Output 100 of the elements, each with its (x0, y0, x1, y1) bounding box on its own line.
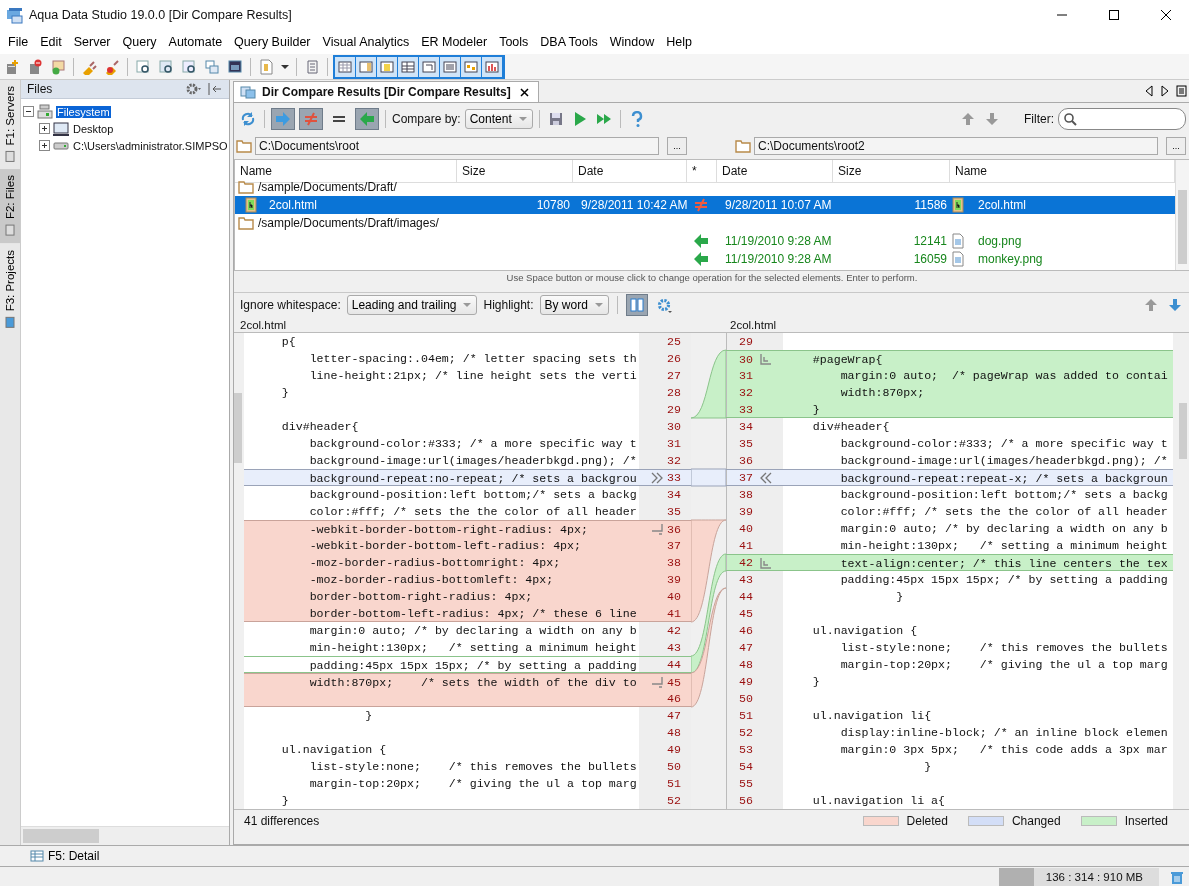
menu-item[interactable]: Server (67, 35, 117, 49)
menu-item[interactable]: Visual Analytics (316, 35, 416, 49)
caret-icon (593, 301, 604, 309)
table-cell: 9/28/2011 10:42 AM (581, 198, 688, 212)
tree-item[interactable]: C:\Users\administrator.SIMPSO (72, 139, 229, 152)
code-line: min-height:130px; /* setting a minimum height (308, 640, 638, 656)
tree-item[interactable]: Desktop (72, 122, 115, 135)
database-icon (379, 58, 395, 75)
table-cell: monkey.png (978, 252, 1043, 266)
memory-meter: 136 : 314 : 910 MB (999, 868, 1159, 886)
scrollbar-thumb[interactable] (234, 393, 242, 463)
side-tab[interactable]: F3: Projects (0, 243, 20, 335)
folder-path[interactable]: /sample/Documents/Draft/ (258, 180, 397, 194)
code-line: } (280, 385, 290, 401)
expand-icon[interactable] (39, 140, 50, 151)
trash-icon[interactable] (1169, 869, 1185, 885)
line-number: 39 (667, 572, 681, 588)
scrollbar-thumb[interactable] (23, 829, 99, 843)
line-number: 51 (739, 708, 753, 724)
browse-button[interactable]: ... (1166, 137, 1186, 155)
detail-tab[interactable]: F5: Detail (30, 849, 100, 863)
highlight-dropdown[interactable]: By word (539, 295, 609, 315)
code-line: background-color:#333; /* a more specific way t (839, 436, 1169, 452)
filter-field[interactable] (1058, 108, 1186, 130)
line-number: 55 (739, 776, 753, 792)
column-header[interactable]: * (687, 160, 717, 183)
line-number: 42 (667, 623, 681, 639)
code-line: padding:45px 15px 15px; /* by setting a padding (839, 572, 1169, 588)
line-number: 36 (667, 521, 681, 538)
toggle-button[interactable] (271, 108, 295, 130)
list-icon (442, 58, 458, 75)
path-field[interactable]: C:\Documents\root (255, 137, 659, 155)
list-icon[interactable] (1176, 85, 1187, 97)
menu-item[interactable]: Query (116, 35, 163, 49)
side-tab[interactable]: F2: Files (0, 169, 20, 244)
toggle-button[interactable] (355, 108, 379, 130)
line-number: 49 (667, 742, 681, 758)
menu-item[interactable]: Automate (162, 35, 229, 49)
code-line: } (811, 674, 821, 690)
toggle-button[interactable] (299, 108, 323, 130)
left-triangle-icon[interactable] (1144, 85, 1154, 97)
whitespace-dropdown[interactable]: Leading and trailing (346, 295, 478, 315)
scrollbar-thumb[interactable] (1178, 190, 1187, 264)
field-label: Ignore whitespace: (240, 298, 341, 312)
tree-item[interactable]: Filesystem (56, 105, 111, 118)
compare-by-dropdown[interactable]: Content (464, 109, 533, 129)
toolbar-button[interactable] (279, 62, 291, 71)
line-number: 50 (667, 759, 681, 775)
side-by-side-button[interactable] (625, 294, 648, 316)
expand-icon[interactable] (39, 123, 50, 134)
menu-item[interactable]: Edit (34, 35, 68, 49)
folder-path[interactable]: /sample/Documents/Draft/images/ (258, 216, 439, 230)
close-icon (1161, 10, 1171, 20)
not-equal-icon (303, 111, 319, 127)
line-number: 39 (739, 504, 753, 520)
diagram-icon (463, 58, 479, 75)
line-number: 37 (739, 470, 753, 486)
line-number: 54 (739, 759, 753, 775)
table-cell: 16059 (913, 252, 947, 266)
column-header[interactable]: Date (573, 160, 687, 183)
grid-icon (30, 849, 44, 863)
menu-item[interactable]: Window (603, 35, 661, 49)
panel-title: Files (27, 82, 54, 96)
menu-item[interactable]: ER Modeler (415, 35, 494, 49)
column-header[interactable]: Size (457, 160, 573, 183)
legend-label: Inserted (1124, 814, 1168, 828)
menu-item[interactable]: Tools (493, 35, 535, 49)
scrollbar-thumb[interactable] (1179, 403, 1187, 459)
menu-item[interactable]: Help (660, 35, 698, 49)
not-equal-icon (693, 197, 709, 213)
table-cell: 10780 (536, 198, 570, 212)
menu-item[interactable]: Query Builder (228, 35, 317, 49)
document-tab[interactable]: Dir Compare Results [Dir Compare Results] (233, 81, 539, 102)
code-line: list-style:none; /* this removes the bullets (308, 759, 638, 775)
code-line: background-image:url(images/headerbkgd.png); /* (308, 453, 638, 469)
pin-icon[interactable] (207, 81, 223, 97)
side-tab[interactable]: F1: Servers (0, 80, 20, 170)
monitor-icon (53, 120, 69, 137)
browse-button[interactable]: ... (667, 137, 687, 155)
menu-item[interactable]: DBA Tools (534, 35, 604, 49)
html-file-icon (243, 197, 259, 213)
table-icon (50, 58, 66, 75)
code-line: padding:45px 15px 15px; /* by setting a padding (308, 658, 638, 672)
code-line: list-style:none; /* this removes the bullets (839, 640, 1169, 656)
settings-icon[interactable] (185, 81, 201, 97)
line-number: 34 (667, 487, 681, 503)
pivot-icon (421, 58, 437, 75)
difference-count: 41 differences (244, 814, 321, 828)
path-field[interactable]: C:\Documents\root2 (754, 137, 1158, 155)
column-header[interactable]: Name (950, 160, 1175, 183)
menu-item[interactable]: File (2, 35, 35, 49)
column-header[interactable]: Date (717, 160, 833, 183)
code-line: p{ (280, 334, 297, 350)
legend-label: Changed (1011, 814, 1061, 828)
field-label: Filter: (1024, 112, 1054, 126)
column-header[interactable]: Size (833, 160, 950, 183)
line-number: 30 (739, 351, 753, 368)
collapse-icon[interactable] (23, 106, 34, 117)
right-triangle-icon[interactable] (1160, 85, 1170, 97)
corner-arrow-icon (757, 351, 774, 367)
